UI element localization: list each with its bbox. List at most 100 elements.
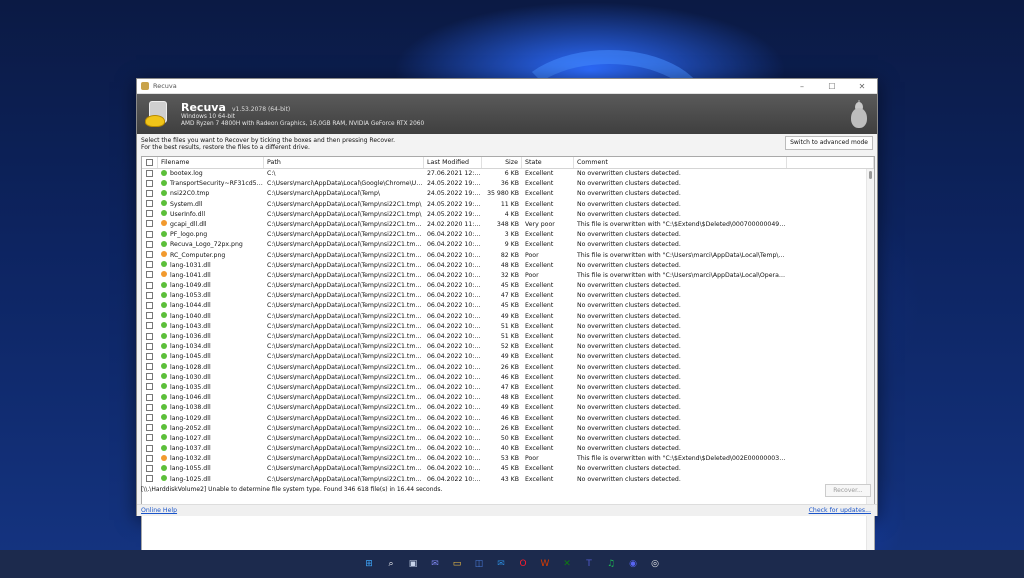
table-row[interactable]: lang-1049.dll C:\Users\marci\AppData\Loca… [142, 281, 874, 291]
table-row[interactable]: lang-1043.dll C:\Users\marci\AppData\Loca… [142, 322, 874, 332]
row-checkbox[interactable] [142, 475, 158, 485]
table-row[interactable]: lang-1038.dll C:\Users\marci\AppData\Loca… [142, 403, 874, 413]
teams-chat-icon[interactable]: ✉ [427, 556, 443, 572]
row-checkbox[interactable] [142, 454, 158, 464]
table-row[interactable]: lang-1053.dll C:\Users\marci\AppData\Loca… [142, 291, 874, 301]
table-row[interactable]: lang-1025.dll C:\Users\marci\AppData\Loca… [142, 475, 874, 485]
row-checkbox[interactable] [142, 383, 158, 393]
table-row[interactable]: Recuva_Logo_72px.png C:\Users\marci\AppDa… [142, 240, 874, 250]
row-checkbox[interactable] [142, 393, 158, 403]
table-row[interactable]: lang-1029.dll C:\Users\marci\AppData\Loca… [142, 414, 874, 424]
table-row[interactable]: lang-1045.dll C:\Users\marci\AppData\Loca… [142, 352, 874, 362]
table-row[interactable]: bootex.log C:\ 27.06.2021 12:56 6 KB Excelle… [142, 169, 874, 179]
row-checkbox[interactable] [142, 271, 158, 281]
table-row[interactable]: UserInfo.dll C:\Users\marci\AppData\Local… [142, 210, 874, 220]
search-icon[interactable]: ⌕ [383, 556, 399, 572]
check-updates-link[interactable]: Check for updates... [809, 507, 871, 514]
close-button[interactable]: ✕ [847, 79, 877, 94]
minimize-button[interactable]: – [787, 79, 817, 94]
file-path: C:\Users\marci\AppData\Local\Temp\nsi22C… [267, 445, 424, 453]
row-checkbox[interactable] [142, 352, 158, 362]
row-checkbox[interactable] [142, 251, 158, 261]
task-view-icon[interactable]: ▣ [405, 556, 421, 572]
opera-icon[interactable]: O [515, 556, 531, 572]
row-checkbox[interactable] [142, 363, 158, 373]
recover-button[interactable]: Recover... [825, 484, 871, 497]
row-checkbox[interactable] [142, 434, 158, 444]
file-path: C:\Users\marci\AppData\Local\Temp\nsi22C… [267, 414, 424, 422]
row-checkbox[interactable] [142, 179, 158, 189]
table-row[interactable]: gcapi_dll.dll C:\Users\marci\AppData\Loca… [142, 220, 874, 230]
table-row[interactable]: lang-1055.dll C:\Users\marci\AppData\Loca… [142, 464, 874, 474]
table-row[interactable]: lang-1041.dll C:\Users\marci\AppData\Loca… [142, 271, 874, 281]
row-checkbox[interactable] [142, 301, 158, 311]
windows-start-icon[interactable]: ⊞ [361, 556, 377, 572]
online-help-link[interactable]: Online Help [141, 507, 177, 514]
office-icon[interactable]: W [537, 556, 553, 572]
file-size: 9 KB [504, 241, 519, 249]
table-row[interactable]: RC_Computer.png C:\Users\marci\AppData\Lo… [142, 251, 874, 261]
table-row[interactable]: PF_logo.png C:\Users\marci\AppData\Local\… [142, 230, 874, 240]
column-state[interactable]: State [522, 157, 574, 168]
row-checkbox[interactable] [142, 291, 158, 301]
row-checkbox[interactable] [142, 414, 158, 424]
column-size[interactable]: Size [482, 157, 522, 168]
spotify-icon[interactable]: ♫ [603, 556, 619, 572]
table-row[interactable]: lang-1040.dll C:\Users\marci\AppData\Loca… [142, 312, 874, 322]
table-row[interactable]: lang-1046.dll C:\Users\marci\AppData\Loca… [142, 393, 874, 403]
table-row[interactable]: lang-1027.dll C:\Users\marci\AppData\Loca… [142, 434, 874, 444]
select-all-checkbox[interactable] [142, 157, 158, 168]
column-filename[interactable]: Filename [158, 157, 264, 168]
table-row[interactable]: System.dll C:\Users\marci\AppData\Local\T… [142, 200, 874, 210]
row-checkbox[interactable] [142, 332, 158, 342]
row-checkbox[interactable] [142, 312, 158, 322]
file-list[interactable]: Filename Path Last Modified Size State C… [141, 156, 875, 559]
row-checkbox[interactable] [142, 189, 158, 199]
vertical-scrollbar[interactable] [866, 169, 874, 558]
file-last-modified: 24.05.2022 19:23 [427, 210, 482, 218]
maximize-button[interactable]: ☐ [817, 79, 847, 94]
table-row[interactable]: lang-1035.dll C:\Users\marci\AppData\Loca… [142, 383, 874, 393]
row-checkbox[interactable] [142, 342, 158, 352]
row-checkbox[interactable] [142, 200, 158, 210]
advanced-mode-button[interactable]: Switch to advanced mode [785, 136, 873, 150]
row-checkbox[interactable] [142, 220, 158, 230]
table-row[interactable]: lang-1036.dll C:\Users\marci\AppData\Loca… [142, 332, 874, 342]
discord-icon[interactable]: ◉ [625, 556, 641, 572]
table-row[interactable]: TransportSecurity~RF31cd5e8f... C:\Users\… [142, 179, 874, 189]
row-checkbox[interactable] [142, 322, 158, 332]
file-explorer-icon[interactable]: ▭ [449, 556, 465, 572]
row-checkbox[interactable] [142, 240, 158, 250]
row-checkbox[interactable] [142, 373, 158, 383]
store-icon[interactable]: ◫ [471, 556, 487, 572]
row-checkbox[interactable] [142, 230, 158, 240]
table-row[interactable]: lang-1028.dll C:\Users\marci\AppData\Loca… [142, 363, 874, 373]
file-comment: No overwritten clusters detected. [577, 292, 681, 300]
table-row[interactable]: nsi22C0.tmp C:\Users\marci\AppData\Local\… [142, 189, 874, 199]
column-last-modified[interactable]: Last Modified [424, 157, 482, 168]
table-row[interactable]: lang-1032.dll C:\Users\marci\AppData\Loca… [142, 454, 874, 464]
column-path[interactable]: Path [264, 157, 424, 168]
row-checkbox[interactable] [142, 169, 158, 179]
table-row[interactable]: lang-1037.dll C:\Users\marci\AppData\Loca… [142, 444, 874, 454]
table-row[interactable]: lang-2052.dll C:\Users\marci\AppData\Loca… [142, 424, 874, 434]
row-checkbox[interactable] [142, 444, 158, 454]
row-checkbox[interactable] [142, 281, 158, 291]
chrome-icon[interactable]: ◎ [647, 556, 663, 572]
row-checkbox[interactable] [142, 261, 158, 271]
scrollbar-thumb[interactable] [869, 171, 872, 179]
table-row[interactable]: lang-1034.dll C:\Users\marci\AppData\Loca… [142, 342, 874, 352]
table-row[interactable]: lang-1030.dll C:\Users\marci\AppData\Loca… [142, 373, 874, 383]
row-checkbox[interactable] [142, 210, 158, 220]
file-name-cell: lang-1025.dll [158, 475, 264, 485]
row-checkbox[interactable] [142, 464, 158, 474]
state-indicator-icon [161, 230, 167, 237]
column-comment[interactable]: Comment [574, 157, 787, 168]
teams-icon[interactable]: T [581, 556, 597, 572]
table-row[interactable]: lang-1044.dll C:\Users\marci\AppData\Loca… [142, 301, 874, 311]
row-checkbox[interactable] [142, 424, 158, 434]
row-checkbox[interactable] [142, 403, 158, 413]
mail-icon[interactable]: ✉ [493, 556, 509, 572]
xbox-icon[interactable]: ✕ [559, 556, 575, 572]
table-row[interactable]: lang-1031.dll C:\Users\marci\AppData\Loca… [142, 261, 874, 271]
